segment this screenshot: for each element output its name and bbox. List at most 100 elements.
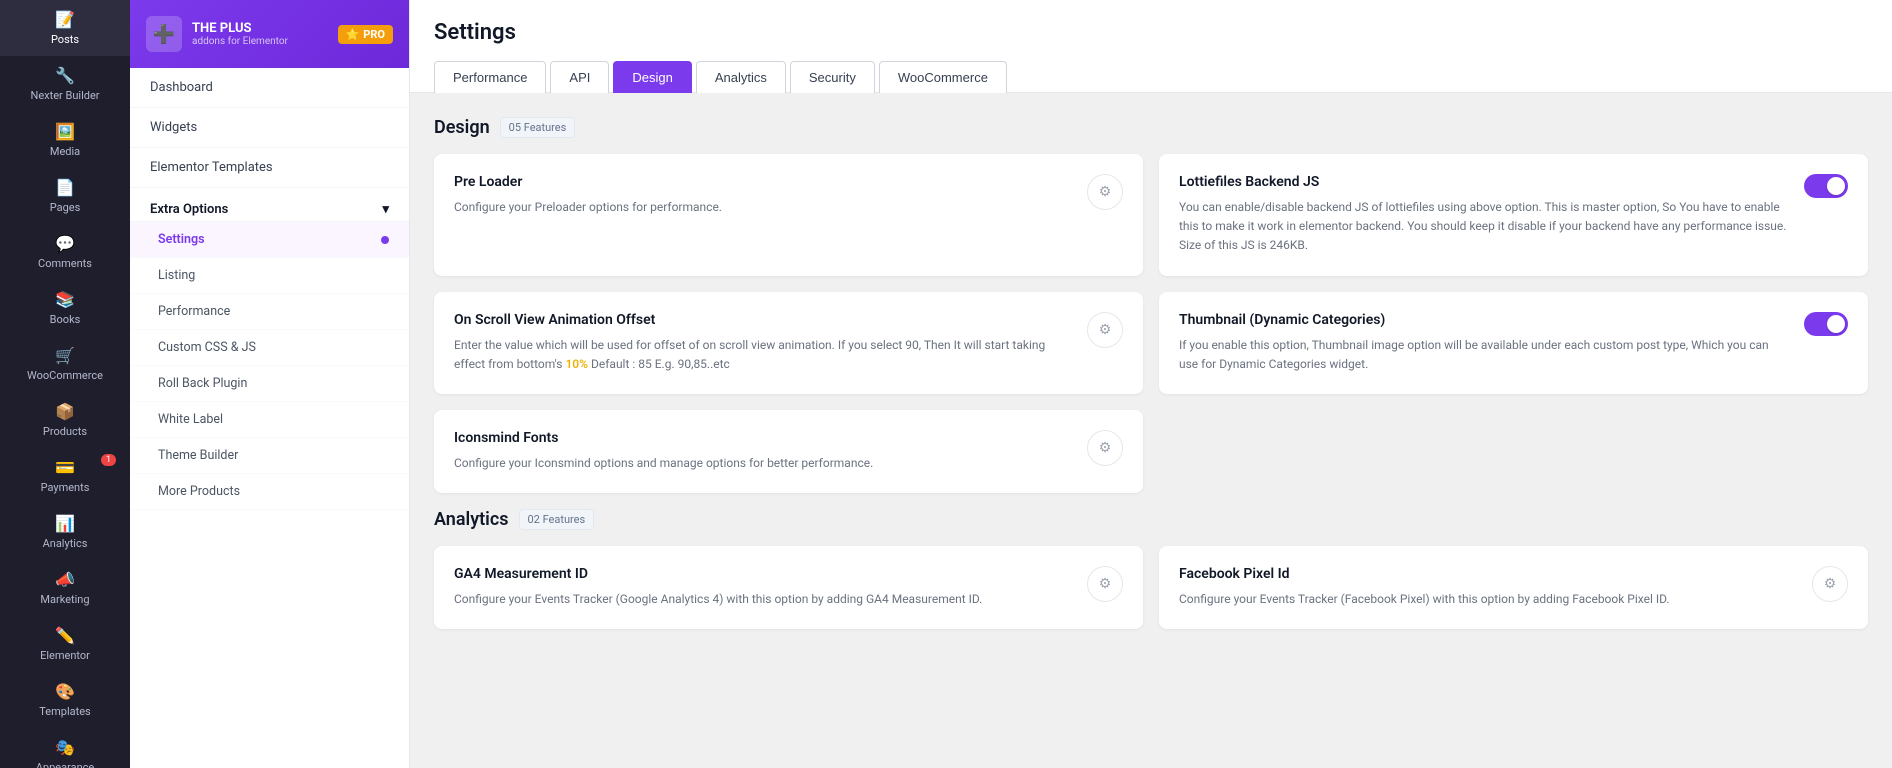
plugin-sub-more-products[interactable]: More Products <box>130 474 409 510</box>
chevron-down-icon[interactable]: ▾ <box>382 202 389 217</box>
analytics-feature-badge: 02 Features <box>519 509 595 530</box>
plugin-sub-white-label[interactable]: White Label <box>130 402 409 438</box>
appearance-icon: 🎭 <box>55 738 75 757</box>
plugin-logo-icon: ➕ <box>146 16 182 52</box>
lottiefiles-title: Lottiefiles Backend JS <box>1179 174 1788 190</box>
design-feature-badge: 05 Features <box>500 117 576 138</box>
plugin-logo-subtitle: addons for Elementor <box>192 36 288 47</box>
settings-tabs: PerformanceAPIDesignAnalyticsSecurityWoo… <box>434 61 1868 92</box>
plugin-sidebar: ➕ THE PLUS addons for Elementor ⭐ PRO Da… <box>130 0 410 768</box>
analytics-row-1: GA4 Measurement ID Configure your Events… <box>434 546 1868 629</box>
wp-sidebar-item-elementor[interactable]: ✏️Elementor <box>0 616 130 672</box>
iconsmind-title: Iconsmind Fonts <box>454 430 1071 446</box>
thumbnail-card: Thumbnail (Dynamic Categories) If you en… <box>1159 292 1868 394</box>
highlight-10pct: 10% <box>565 357 588 371</box>
settings-tab-design[interactable]: Design <box>613 61 691 93</box>
facebook-pixel-card: Facebook Pixel Id Configure your Events … <box>1159 546 1868 629</box>
design-section-title: Design <box>434 117 490 138</box>
pre-loader-title: Pre Loader <box>454 174 1071 190</box>
products-icon: 📦 <box>55 402 75 421</box>
settings-title: Settings <box>434 20 1868 45</box>
design-section-heading: Design 05 Features <box>434 117 1868 138</box>
wp-sidebar-item-products[interactable]: 📦Products <box>0 392 130 448</box>
pre-loader-gear-icon[interactable]: ⚙ <box>1087 174 1123 210</box>
wp-sidebar-item-payments[interactable]: 💳Payments1 <box>0 448 130 504</box>
plugin-nav-widgets[interactable]: Widgets <box>130 108 409 148</box>
wp-sidebar-item-analytics[interactable]: 📊Analytics <box>0 504 130 560</box>
plugin-sub-performance[interactable]: Performance <box>130 294 409 330</box>
wp-sidebar-item-appearance[interactable]: 🎭Appearance <box>0 728 130 768</box>
ga4-title: GA4 Measurement ID <box>454 566 1071 582</box>
ga4-desc: Configure your Events Tracker (Google An… <box>454 590 1071 609</box>
media-icon: 🖼️ <box>55 122 75 141</box>
facebook-pixel-gear-icon[interactable]: ⚙ <box>1812 566 1848 602</box>
settings-header: Settings PerformanceAPIDesignAnalyticsSe… <box>410 0 1892 93</box>
lottiefiles-desc: You can enable/disable backend JS of lot… <box>1179 198 1788 256</box>
wp-sidebar-item-templates[interactable]: 🎨Templates <box>0 672 130 728</box>
facebook-pixel-content: Facebook Pixel Id Configure your Events … <box>1179 566 1796 609</box>
posts-icon: 📝 <box>55 10 75 29</box>
pre-loader-content: Pre Loader Configure your Preloader opti… <box>454 174 1071 217</box>
books-icon: 📚 <box>55 290 75 309</box>
settings-tab-api[interactable]: API <box>550 61 609 93</box>
settings-tab-performance[interactable]: Performance <box>434 61 546 93</box>
design-row-1: Pre Loader Configure your Preloader opti… <box>434 154 1868 276</box>
design-row-2: On Scroll View Animation Offset Enter th… <box>434 292 1868 394</box>
iconsmind-desc: Configure your Iconsmind options and man… <box>454 454 1071 473</box>
on-scroll-title: On Scroll View Animation Offset <box>454 312 1071 328</box>
on-scroll-content: On Scroll View Animation Offset Enter th… <box>454 312 1071 374</box>
marketing-icon: 📣 <box>55 570 75 589</box>
analytics-section-heading: Analytics 02 Features <box>434 509 1868 530</box>
lottiefiles-card: Lottiefiles Backend JS You can enable/di… <box>1159 154 1868 276</box>
thumbnail-toggle[interactable] <box>1804 312 1848 336</box>
elementor-icon: ✏️ <box>55 626 75 645</box>
lottiefiles-content: Lottiefiles Backend JS You can enable/di… <box>1179 174 1788 256</box>
settings-tab-analytics[interactable]: Analytics <box>696 61 786 93</box>
plugin-header: ➕ THE PLUS addons for Elementor ⭐ PRO <box>130 0 409 68</box>
settings-tab-security[interactable]: Security <box>790 61 875 93</box>
plugin-sub-theme-builder[interactable]: Theme Builder <box>130 438 409 474</box>
ga4-gear-icon[interactable]: ⚙ <box>1087 566 1123 602</box>
comments-icon: 💬 <box>55 234 75 253</box>
wp-sidebar-item-nexter-builder[interactable]: 🔧Nexter Builder <box>0 56 130 112</box>
facebook-pixel-title: Facebook Pixel Id <box>1179 566 1796 582</box>
wp-sidebar-item-marketing[interactable]: 📣Marketing <box>0 560 130 616</box>
pro-badge[interactable]: ⭐ PRO <box>338 25 393 44</box>
lottiefiles-toggle[interactable] <box>1804 174 1848 198</box>
facebook-pixel-desc: Configure your Events Tracker (Facebook … <box>1179 590 1796 609</box>
pre-loader-desc: Configure your Preloader options for per… <box>454 198 1071 217</box>
iconsmind-card: Iconsmind Fonts Configure your Iconsmind… <box>434 410 1143 493</box>
on-scroll-gear-icon[interactable]: ⚙ <box>1087 312 1123 348</box>
wp-sidebar-item-media[interactable]: 🖼️Media <box>0 112 130 168</box>
iconsmind-content: Iconsmind Fonts Configure your Iconsmind… <box>454 430 1071 473</box>
plugin-sub-roll-back-plugin[interactable]: Roll Back Plugin <box>130 366 409 402</box>
nexter-builder-icon: 🔧 <box>55 66 75 85</box>
wp-sidebar-item-comments[interactable]: 💬Comments <box>0 224 130 280</box>
analytics-section: Analytics 02 Features GA4 Measurement ID… <box>434 509 1868 629</box>
payments-badge: 1 <box>101 454 116 466</box>
thumbnail-content: Thumbnail (Dynamic Categories) If you en… <box>1179 312 1788 374</box>
iconsmind-gear-icon[interactable]: ⚙ <box>1087 430 1123 466</box>
plugin-logo-title: THE PLUS <box>192 21 288 37</box>
payments-icon: 💳 <box>55 458 75 477</box>
content-area: Design 05 Features Pre Loader Configure … <box>410 93 1892 669</box>
plugin-sub-settings[interactable]: Settings <box>130 222 409 258</box>
extra-options-header: Extra Options ▾ <box>130 188 409 222</box>
wp-sidebar-item-posts[interactable]: 📝Posts <box>0 0 130 56</box>
woocommerce-icon: 🛒 <box>55 346 75 365</box>
plugin-logo: ➕ THE PLUS addons for Elementor <box>146 16 288 52</box>
main-content: Settings PerformanceAPIDesignAnalyticsSe… <box>410 0 1892 768</box>
settings-tab-woocommerce[interactable]: WooCommerce <box>879 61 1007 93</box>
wp-sidebar-item-woocommerce[interactable]: 🛒WooCommerce <box>0 336 130 392</box>
plugin-sub-listing[interactable]: Listing <box>130 258 409 294</box>
plugin-nav-elementor-templates[interactable]: Elementor Templates <box>130 148 409 188</box>
wp-sidebar-item-pages[interactable]: 📄Pages <box>0 168 130 224</box>
plugin-sub-custom-css-js[interactable]: Custom CSS & JS <box>130 330 409 366</box>
analytics-section-title: Analytics <box>434 509 509 530</box>
design-row-3: Iconsmind Fonts Configure your Iconsmind… <box>434 410 1868 493</box>
wp-sidebar-item-books[interactable]: 📚Books <box>0 280 130 336</box>
pre-loader-card: Pre Loader Configure your Preloader opti… <box>434 154 1143 276</box>
wp-admin-sidebar: 📝Posts🔧Nexter Builder🖼️Media📄Pages💬Comme… <box>0 0 130 768</box>
ga4-content: GA4 Measurement ID Configure your Events… <box>454 566 1071 609</box>
plugin-nav-dashboard[interactable]: Dashboard <box>130 68 409 108</box>
